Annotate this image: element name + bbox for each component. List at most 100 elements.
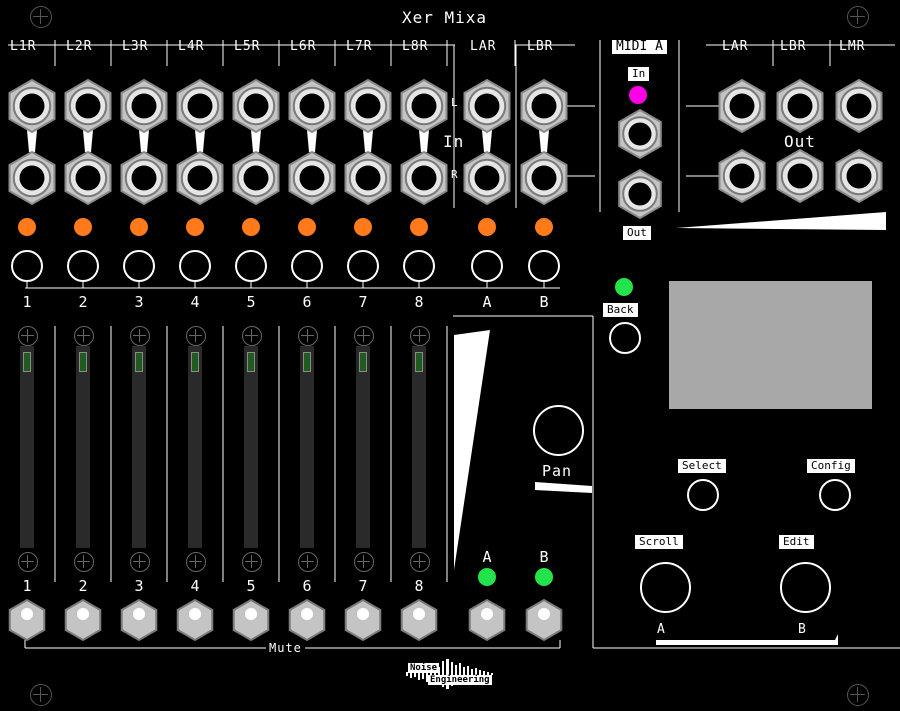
module-panel: Xer Mixa L1R L2R L3R L4R L5R L6R L7R L8R LAR LBR …	[0, 0, 900, 711]
channel-knob[interactable]	[291, 250, 323, 282]
channel-knob[interactable]	[179, 250, 211, 282]
output-jack-bottom[interactable]	[718, 148, 766, 204]
input-jack-left[interactable]	[344, 78, 392, 134]
fader-cap[interactable]	[359, 352, 367, 372]
channel-knob[interactable]	[67, 250, 99, 282]
panel-screw-icon	[847, 6, 869, 28]
channel-knob[interactable]	[528, 250, 560, 282]
back-label: Back	[603, 303, 638, 317]
mute-button[interactable]	[288, 598, 326, 642]
channel-knob[interactable]	[11, 250, 43, 282]
output-jack-top[interactable]	[835, 78, 883, 134]
input-jack-left[interactable]	[520, 78, 568, 134]
channel-knob[interactable]	[235, 250, 267, 282]
scroll-encoder[interactable]	[640, 562, 691, 613]
mute-label: Mute	[266, 641, 305, 655]
channel-number: 3	[134, 293, 144, 311]
mute-button[interactable]	[176, 598, 214, 642]
input-jack-right[interactable]	[8, 150, 56, 206]
channel-knob[interactable]	[403, 250, 435, 282]
input-jack-right[interactable]	[400, 150, 448, 206]
input-jack-right[interactable]	[288, 150, 336, 206]
input-header: L2R	[66, 39, 93, 54]
input-jack-left[interactable]	[400, 78, 448, 134]
channel-fader[interactable]	[300, 346, 314, 548]
mute-button[interactable]	[8, 598, 46, 642]
fader-number: 7	[358, 577, 368, 595]
input-header: L3R	[122, 39, 149, 54]
input-jack-left[interactable]	[64, 78, 112, 134]
input-jack-left[interactable]	[232, 78, 280, 134]
input-jack-right[interactable]	[232, 150, 280, 206]
channel-knob[interactable]	[471, 250, 503, 282]
config-button[interactable]	[819, 479, 851, 511]
edit-encoder[interactable]	[780, 562, 831, 613]
channel-led	[242, 218, 260, 236]
input-jack-right[interactable]	[176, 150, 224, 206]
fader-screw-icon	[186, 326, 206, 346]
channel-knob[interactable]	[347, 250, 379, 282]
mute-led	[478, 568, 496, 586]
input-jack-right[interactable]	[520, 150, 568, 206]
mute-button[interactable]	[468, 598, 506, 642]
fader-screw-icon	[130, 326, 150, 346]
fader-number: 1	[22, 577, 32, 595]
output-jack-bottom[interactable]	[776, 148, 824, 204]
fader-cap[interactable]	[191, 352, 199, 372]
input-jack-left[interactable]	[288, 78, 336, 134]
brand-name-1: Noise	[408, 663, 440, 673]
input-header: L4R	[178, 39, 205, 54]
mute-button[interactable]	[120, 598, 158, 642]
select-button[interactable]	[687, 479, 719, 511]
fader-cap[interactable]	[79, 352, 87, 372]
output-jack-top[interactable]	[718, 78, 766, 134]
fader-screw-icon	[130, 552, 150, 572]
output-jack-top[interactable]	[776, 78, 824, 134]
crossfade-label-b: B	[798, 622, 807, 637]
channel-number: 5	[246, 293, 256, 311]
channel-number: 7	[358, 293, 368, 311]
crossfade-label-a: A	[657, 622, 666, 637]
fader-screw-icon	[298, 552, 318, 572]
input-jack-left[interactable]	[463, 78, 511, 134]
midi-in-jack[interactable]	[618, 108, 662, 160]
channel-fader[interactable]	[412, 346, 426, 548]
fader-cap[interactable]	[303, 352, 311, 372]
pan-wedge	[454, 330, 490, 570]
input-jack-left[interactable]	[176, 78, 224, 134]
channel-fader[interactable]	[356, 346, 370, 548]
channel-knob[interactable]	[123, 250, 155, 282]
fader-screw-icon	[74, 326, 94, 346]
input-jack-right[interactable]	[463, 150, 511, 206]
mute-button[interactable]	[232, 598, 270, 642]
input-header: L6R	[290, 39, 317, 54]
output-jack-bottom[interactable]	[835, 148, 883, 204]
channel-fader[interactable]	[188, 346, 202, 548]
input-jack-right[interactable]	[120, 150, 168, 206]
channel-fader[interactable]	[76, 346, 90, 548]
fader-cap[interactable]	[23, 352, 31, 372]
pan-knob[interactable]	[533, 405, 584, 456]
channel-led	[298, 218, 316, 236]
input-jack-left[interactable]	[8, 78, 56, 134]
input-jack-right[interactable]	[344, 150, 392, 206]
fader-cap[interactable]	[415, 352, 423, 372]
back-button[interactable]	[609, 322, 641, 354]
fader-cap[interactable]	[247, 352, 255, 372]
edit-label: Edit	[779, 535, 814, 549]
midi-out-jack[interactable]	[618, 168, 662, 220]
mute-button[interactable]	[400, 598, 438, 642]
mute-button[interactable]	[525, 598, 563, 642]
channel-number: A	[482, 293, 492, 311]
mute-button[interactable]	[64, 598, 102, 642]
input-jack-right[interactable]	[64, 150, 112, 206]
mute-button[interactable]	[344, 598, 382, 642]
input-jack-left[interactable]	[120, 78, 168, 134]
channel-fader[interactable]	[244, 346, 258, 548]
midi-in-led	[629, 86, 647, 104]
channel-fader[interactable]	[132, 346, 146, 548]
channel-fader[interactable]	[20, 346, 34, 548]
fader-cap[interactable]	[135, 352, 143, 372]
fader-screw-icon	[242, 326, 262, 346]
panel-screw-icon	[30, 6, 52, 28]
